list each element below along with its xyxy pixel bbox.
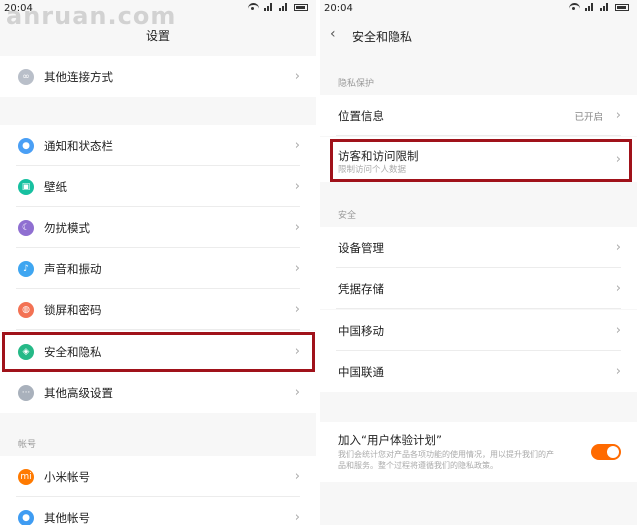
- chevron-right-icon: ›: [615, 108, 621, 123]
- settings-item-label: 其他连接方式: [44, 69, 113, 84]
- toggle-icon: ●: [18, 137, 34, 154]
- visitor-access-sub: 限制访问个人数据: [338, 165, 407, 175]
- credential-storage-item[interactable]: 凭据存储 ›: [320, 268, 637, 309]
- settings-item-sound[interactable]: ♪ 声音和振动 ›: [0, 248, 316, 289]
- chevron-right-icon: ›: [615, 323, 621, 338]
- wifi-icon: [248, 3, 259, 11]
- experience-plan-toggle[interactable]: [591, 444, 621, 460]
- china-unicom-label: 中国联通: [338, 364, 384, 379]
- settings-item-label: 壁纸: [44, 179, 67, 194]
- settings-item-notifications[interactable]: ● 通知和状态栏 ›: [0, 125, 316, 166]
- settings-item-label: 其他高级设置: [44, 385, 113, 400]
- visitor-access-item[interactable]: 访客和访问限制 限制访问个人数据 ›: [320, 137, 637, 182]
- chevron-right-icon: ›: [294, 385, 300, 400]
- status-bar: 20:04: [320, 0, 637, 18]
- experience-plan-item[interactable]: 加入“用户体验计划” 我们会统计您对产品各项功能的使用情况，用以提升我们的产 品…: [320, 422, 637, 482]
- row-divider: [16, 329, 300, 330]
- page-title: 安全和隐私: [352, 30, 413, 44]
- chevron-right-icon: ›: [294, 344, 300, 359]
- wallpaper-icon: ▣: [18, 178, 34, 195]
- speaker-icon: ♪: [18, 260, 34, 277]
- settings-item-label: 小米帐号: [44, 469, 90, 484]
- page-title: 设置: [145, 29, 170, 43]
- chevron-right-icon: ›: [294, 220, 300, 235]
- settings-item-label: 勿扰模式: [44, 220, 90, 235]
- device-admin-label: 设备管理: [338, 240, 384, 255]
- battery-icon: [294, 3, 308, 11]
- location-status: 已开启: [574, 112, 603, 123]
- settings-item-label: 安全和隐私: [44, 344, 102, 359]
- security-privacy-screen: 20:04 ‹ 安全和隐私 隐私保护 位置信息 已开启 › 访客和访问限制 限制…: [320, 0, 637, 525]
- chevron-right-icon: ›: [615, 281, 621, 296]
- credential-storage-label: 凭据存储: [338, 281, 384, 296]
- location-item[interactable]: 位置信息 已开启 ›: [320, 95, 637, 136]
- section-label-privacy: 隐私保护: [338, 79, 375, 89]
- experience-plan-label: 加入“用户体验计划”: [338, 433, 442, 447]
- settings-item-do-not-disturb[interactable]: ☾ 勿扰模式 ›: [0, 207, 316, 248]
- settings-item-other-connections[interactable]: ∞ 其他连接方式 ›: [0, 56, 316, 97]
- watermark: anruan.com: [6, 2, 177, 30]
- chevron-right-icon: ›: [615, 364, 621, 379]
- battery-icon: [615, 3, 629, 11]
- visitor-access-label: 访客和访问限制: [338, 149, 419, 163]
- row-divider: [336, 135, 621, 136]
- chevron-right-icon: ›: [294, 179, 300, 194]
- china-unicom-item[interactable]: 中国联通 ›: [320, 351, 637, 392]
- signal-icon: [585, 3, 595, 11]
- row-divider: [336, 308, 621, 309]
- link-icon: ∞: [18, 68, 34, 85]
- device-admin-item[interactable]: 设备管理 ›: [320, 227, 637, 268]
- chevron-right-icon: ›: [294, 69, 300, 84]
- chevron-right-icon: ›: [615, 240, 621, 255]
- settings-item-label: 声音和振动: [44, 261, 102, 276]
- chevron-right-icon: ›: [294, 510, 300, 525]
- settings-item-label: 通知和状态栏: [44, 138, 113, 153]
- chevron-right-icon: ›: [294, 138, 300, 153]
- status-icons: [569, 3, 629, 11]
- settings-item-security-privacy[interactable]: ◈ 安全和隐私 ›: [0, 331, 316, 372]
- wifi-icon: [569, 3, 580, 11]
- lock-icon: ◍: [18, 301, 34, 318]
- settings-item-label: 锁屏和密码: [44, 302, 102, 317]
- back-chevron-icon[interactable]: ‹: [330, 26, 336, 42]
- experience-plan-desc-1: 我们会统计您对产品各项功能的使用情况，用以提升我们的产: [338, 450, 554, 459]
- person-icon: ●: [18, 509, 34, 525]
- china-mobile-label: 中国移动: [338, 323, 384, 338]
- more-icon: ···: [18, 384, 34, 401]
- settings-item-lockscreen[interactable]: ◍ 锁屏和密码 ›: [0, 289, 316, 330]
- chevron-right-icon: ›: [294, 469, 300, 484]
- section-label-account: 帐号: [18, 440, 37, 450]
- china-mobile-item[interactable]: 中国移动 ›: [320, 310, 637, 351]
- signal-icon: [600, 3, 610, 11]
- chevron-right-icon: ›: [294, 302, 300, 317]
- section-label-security: 安全: [338, 211, 357, 221]
- settings-item-label: 其他帐号: [44, 510, 90, 525]
- signal-icon: [264, 3, 274, 11]
- chevron-right-icon: ›: [615, 152, 621, 167]
- settings-item-other-accounts[interactable]: ● 其他帐号 ›: [0, 497, 316, 525]
- chevron-right-icon: ›: [294, 261, 300, 276]
- status-icons: [248, 3, 308, 11]
- shield-icon: ◈: [18, 343, 34, 360]
- experience-plan-desc-2: 品和服务。整个过程将遵循我们的隐私政策。: [338, 461, 498, 470]
- settings-item-wallpaper[interactable]: ▣ 壁纸 ›: [0, 166, 316, 207]
- status-time: 20:04: [324, 3, 353, 14]
- moon-icon: ☾: [18, 219, 34, 236]
- settings-item-mi-account[interactable]: mi 小米帐号 ›: [0, 456, 316, 497]
- settings-screen: 20:04 anruan.com 设置 ∞ 其他连接方式 › ● 通知和状态栏 …: [0, 0, 316, 525]
- mi-icon: mi: [18, 468, 34, 485]
- location-label: 位置信息: [338, 108, 384, 123]
- signal-icon: [279, 3, 289, 11]
- settings-item-advanced[interactable]: ··· 其他高级设置 ›: [0, 372, 316, 413]
